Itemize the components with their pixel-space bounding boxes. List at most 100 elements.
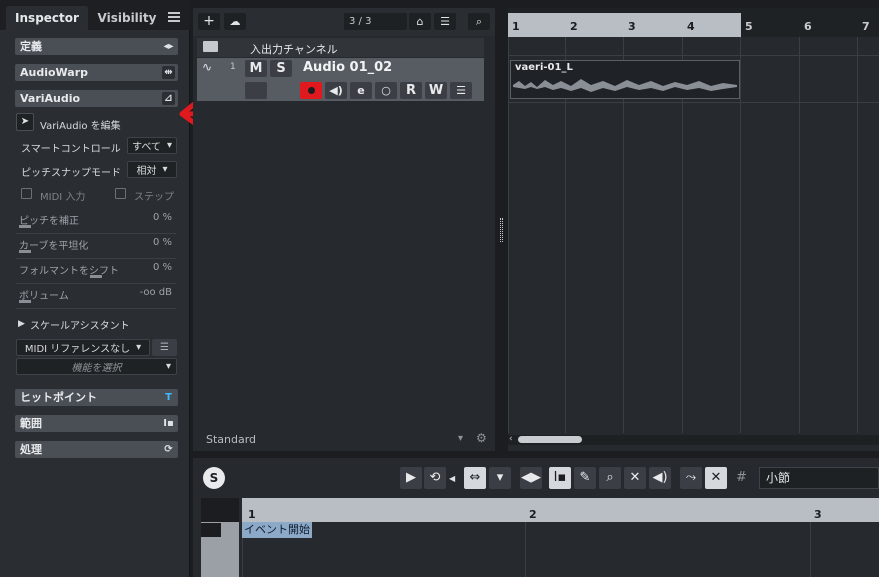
edit-channel-icon[interactable]: e (350, 82, 372, 99)
process-cycle-icon[interactable]: ⟳ (162, 443, 175, 456)
gear-icon[interactable]: ⚙ (476, 431, 487, 445)
track-name[interactable]: Audio 01_02 (303, 60, 392, 75)
add-track-icon[interactable]: + (198, 13, 220, 30)
scale-assistant-label[interactable]: スケールアシスタント (30, 317, 130, 332)
tool-dropdown-icon[interactable]: ▾ (489, 467, 511, 489)
monitor-speaker-icon[interactable]: ◀) (325, 82, 347, 99)
pitch-correct-slider[interactable]: ピッチを補正 0 % (16, 210, 176, 234)
smart-control-select[interactable]: すべて ▾ (127, 137, 177, 154)
tab-visibility[interactable]: Visibility (92, 6, 162, 30)
snap-icon[interactable]: ✕ (705, 467, 727, 489)
section-definition-label: 定義 (20, 40, 42, 53)
expand-triangle-icon[interactable]: ▶ (18, 319, 25, 329)
scroll-left-icon[interactable]: ‹ (509, 434, 513, 444)
track-list: + ☁ 3 / 3 ⌂ ☰ ⌕ 入出力チャンネル ∿ 1 M S Audio 0… (193, 8, 495, 451)
formant-shift-slider[interactable]: フォルマントをシフト 0 % (16, 260, 176, 284)
event-start-marker[interactable]: イベント開始 (242, 522, 312, 538)
section-audiowarp[interactable]: AudioWarp ⇹ (15, 64, 178, 81)
ruler-bar-label: 7 (862, 20, 870, 33)
add-folder-icon[interactable]: ☁ (224, 13, 246, 30)
black-key (201, 523, 221, 537)
midi-input-checkbox[interactable] (21, 188, 32, 199)
tab-inspector[interactable]: Inspector (6, 6, 88, 30)
range-icon[interactable]: I▪ (162, 417, 175, 430)
pitch-snap-label: ピッチスナップモード (21, 168, 121, 179)
step-checkbox[interactable] (115, 188, 126, 199)
section-range[interactable]: 範囲 I▪ (15, 415, 178, 432)
triangle-left-icon: ◀ (449, 474, 456, 483)
slider-value: -oo dB (139, 287, 172, 298)
edit-variaudio-label[interactable]: VariAudio を編集 (40, 117, 121, 132)
slider-name: フォルマントをシフト (19, 266, 119, 277)
section-hitpoints-label: ヒットポイント (20, 391, 97, 404)
mute-tool-icon[interactable]: ✕ (624, 467, 646, 489)
solo-button[interactable]: S (270, 60, 292, 77)
track-counter: 3 / 3 (344, 13, 407, 30)
range-select-icon[interactable]: I▪ (549, 467, 571, 489)
splitter[interactable] (495, 8, 508, 451)
audio-scrub-icon[interactable]: ◀▶ (520, 467, 542, 489)
speaker-icon[interactable]: ◀) (649, 467, 671, 489)
track-color-swatch[interactable] (245, 82, 267, 99)
slider-value: 0 % (152, 212, 172, 223)
solo-editor-button[interactable]: S (203, 467, 225, 489)
dropdown-arrow-icon: ▾ (162, 164, 168, 175)
smart-control-label: スマートコントロール (21, 144, 121, 155)
loop-icon[interactable]: ⟲ (424, 467, 446, 489)
home-icon[interactable]: ⌂ (409, 13, 431, 30)
lanes-icon[interactable]: ○ (375, 82, 397, 99)
function-select[interactable]: 機能を選択 ▾ (16, 358, 177, 375)
object-selection-icon[interactable]: ⇔ (464, 467, 486, 489)
track-menu-icon[interactable]: ☰ (450, 82, 472, 99)
section-variaudio[interactable]: VariAudio ⊿ (15, 90, 178, 107)
variaudio-icon[interactable]: ⊿ (162, 92, 175, 105)
flatten-curve-slider[interactable]: カーブを平坦化 0 % (16, 235, 176, 259)
section-definition[interactable]: 定義 ◂▸ (15, 38, 178, 55)
dropdown-arrow-icon: ▾ (166, 140, 172, 151)
ruler-bar-label: 1 (512, 20, 520, 33)
play-icon[interactable]: ▶ (400, 467, 422, 489)
search-icon[interactable]: ⌕ (468, 13, 490, 30)
ruler-bar-label: 6 (804, 20, 812, 33)
section-process-label: 処理 (20, 443, 42, 456)
ruler[interactable]: 1 2 3 4 5 6 7 (508, 8, 879, 37)
midi-reference-value: MIDI リファレンスなし (24, 344, 131, 355)
horizontal-scrollbar[interactable]: ‹ (508, 434, 879, 445)
zoom-icon[interactable]: ⌕ (599, 467, 621, 489)
menu-icon[interactable] (168, 12, 180, 22)
scrollbar-thumb[interactable] (518, 436, 582, 443)
slider-handle[interactable] (90, 275, 102, 278)
audiowarp-icon[interactable]: ⇹ (162, 66, 175, 79)
hitpoint-marker-icon[interactable]: T (162, 391, 175, 404)
display-unit-field[interactable]: 小節 (759, 467, 879, 489)
footer-dropdown-icon[interactable]: ▾ (458, 433, 463, 444)
slider-handle[interactable] (19, 300, 31, 303)
grid-icon[interactable]: # (736, 470, 747, 485)
edit-variaudio-cursor-icon[interactable]: ➤ (16, 113, 34, 131)
midi-reference-select[interactable]: MIDI リファレンスなし ▾ (16, 339, 150, 356)
volume-slider[interactable]: ボリューム -oo dB (16, 285, 176, 309)
splitter-handle-icon[interactable] (500, 218, 503, 242)
editor-ruler[interactable]: 1 2 3 (242, 498, 879, 522)
audio-event[interactable]: vaeri-01_L (510, 60, 740, 99)
section-hitpoints[interactable]: ヒットポイント T (15, 389, 178, 406)
ruler-bar-label: 2 (570, 20, 578, 33)
list-settings-icon[interactable]: ☰ (152, 339, 177, 356)
slider-handle[interactable] (19, 225, 31, 228)
pencil-icon[interactable]: ✎ (574, 467, 596, 489)
section-process[interactable]: 処理 ⟳ (15, 441, 178, 458)
crossfade-icon[interactable]: ⤳ (680, 467, 702, 489)
folder-track-name: 入出力チャンネル (250, 43, 338, 56)
read-automation-button[interactable]: R (400, 82, 422, 99)
slider-handle[interactable] (19, 250, 31, 253)
write-automation-button[interactable]: W (425, 82, 447, 99)
folder-track[interactable]: 入出力チャンネル (197, 38, 484, 57)
record-enable-button[interactable] (300, 82, 322, 99)
expand-arrows-icon[interactable]: ◂▸ (162, 40, 175, 53)
pitch-snap-select[interactable]: 相対 ▾ (127, 161, 177, 178)
mute-button[interactable]: M (245, 60, 267, 77)
audio-track[interactable]: ∿ 1 M S Audio 01_02 ◀) e ○ R W ☰ (197, 58, 484, 101)
list-icon[interactable]: ☰ (434, 13, 456, 30)
ruler-loop-range[interactable] (508, 13, 741, 37)
section-variaudio-label: VariAudio (20, 92, 81, 105)
